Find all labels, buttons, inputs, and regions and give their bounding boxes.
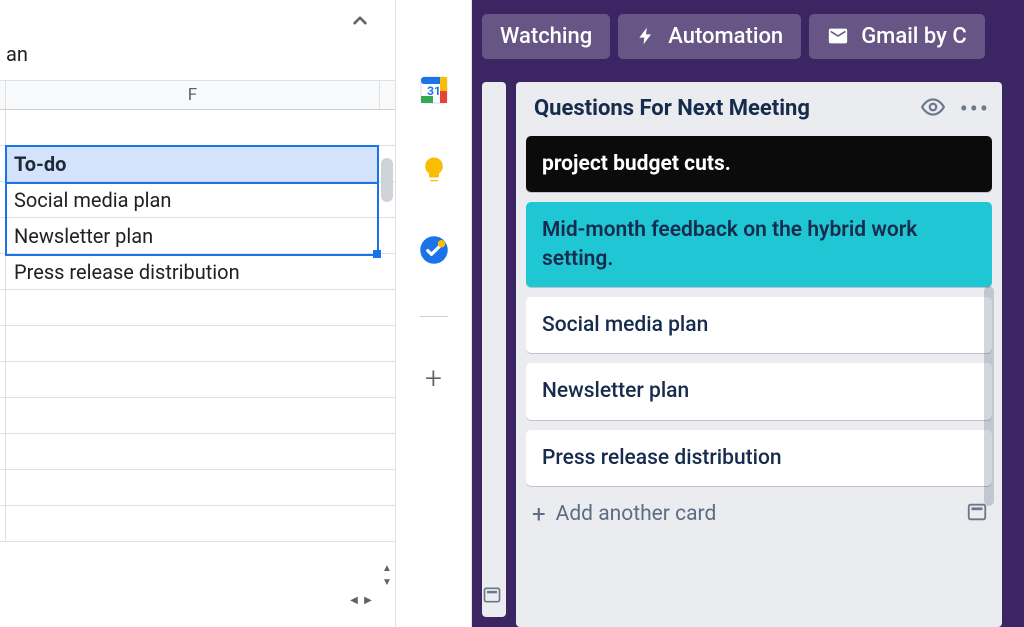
scroll-down-arrow[interactable]: ▼ (381, 575, 393, 589)
grid-cell[interactable]: Press release distribution (6, 254, 379, 289)
automation-label: Automation (668, 24, 783, 49)
trello-pane: Watching Automation Gmail by C Quest (472, 0, 1024, 627)
add-card-label: Add another card (556, 502, 717, 526)
calendar-day: 31 (427, 84, 441, 98)
gmail-label: Gmail by C (861, 24, 967, 49)
automation-button[interactable]: Automation (618, 14, 801, 59)
sheets-column-header[interactable]: F (6, 81, 379, 109)
sheets-horizontal-scrollbar[interactable]: ◀ ▶ (0, 591, 395, 607)
sheets-vertical-scrollbar[interactable]: ▲ ▼ (379, 110, 395, 591)
table-row (0, 470, 395, 506)
grid-cell-empty[interactable] (6, 362, 379, 397)
board-toolbar: Watching Automation Gmail by C (472, 0, 1024, 72)
previous-list-sliver[interactable] (482, 82, 506, 617)
list-title[interactable]: Questions For Next Meeting (534, 94, 810, 124)
template-icon[interactable] (482, 585, 502, 605)
list-menu-icon[interactable]: ••• (960, 97, 990, 121)
tasks-icon[interactable] (416, 232, 452, 268)
calendar-icon[interactable]: 31 (416, 72, 452, 108)
sheets-grid[interactable]: To-do Social media plan Newsletter plan … (0, 110, 395, 542)
grid-cell-empty[interactable] (6, 398, 379, 433)
trello-list: Questions For Next Meeting ••• project b… (516, 82, 1002, 627)
card-template-icon[interactable] (966, 501, 988, 527)
table-row (0, 506, 395, 542)
watch-icon[interactable] (920, 94, 946, 124)
side-panel-divider (420, 316, 448, 317)
table-row (0, 290, 395, 326)
scrollbar-thumb[interactable] (984, 286, 994, 506)
column-letter: F (188, 85, 197, 105)
board-body[interactable]: Questions For Next Meeting ••• project b… (472, 72, 1024, 627)
grid-cell-empty[interactable] (6, 434, 379, 469)
list-actions: ••• (920, 94, 990, 124)
table-row (0, 326, 395, 362)
grid-cell-empty[interactable] (6, 326, 379, 361)
chevron-up-icon[interactable] (347, 8, 373, 40)
grid-cell[interactable]: Social media plan (6, 182, 379, 217)
grid-cell-empty[interactable] (6, 290, 379, 325)
scroll-right-arrow[interactable]: ▶ (361, 593, 375, 607)
gmail-icon (827, 25, 849, 47)
trello-card[interactable]: project budget cuts. (526, 136, 992, 192)
trello-card[interactable]: Social media plan (526, 297, 992, 353)
watching-button[interactable]: Watching (482, 14, 610, 59)
keep-icon[interactable] (416, 152, 452, 188)
table-row (0, 362, 395, 398)
grid-cell-empty[interactable] (6, 506, 379, 541)
sheets-column-header-row: F (0, 80, 395, 110)
trello-card[interactable]: Mid-month feedback on the hybrid work se… (526, 202, 992, 287)
sheets-partial-topcell: an (0, 42, 395, 80)
scroll-up-arrow[interactable]: ▲ (381, 561, 393, 575)
trello-card[interactable]: Newsletter plan (526, 363, 992, 419)
table-row: Newsletter plan (0, 218, 395, 254)
add-card-button[interactable]: + Add another card (532, 500, 716, 528)
partial-previous-list (482, 72, 506, 627)
sheets-pane: an F To-do Social media plan Newsletter … (0, 0, 396, 627)
table-row: Press release distribution (0, 254, 395, 290)
watching-label: Watching (500, 24, 592, 49)
table-row (0, 110, 395, 146)
plus-icon: + (532, 500, 546, 528)
table-row (0, 434, 395, 470)
list-footer: + Add another card (526, 496, 992, 528)
table-row: To-do (0, 146, 395, 182)
grid-cell-empty[interactable] (6, 110, 379, 145)
scroll-left-arrow[interactable]: ◀ (347, 593, 361, 607)
sheets-partial-text: an (6, 42, 28, 66)
scrollbar-thumb[interactable] (381, 158, 393, 202)
table-row: Social media plan (0, 182, 395, 218)
list-scrollbar[interactable] (982, 136, 994, 486)
list-header: Questions For Next Meeting ••• (526, 92, 992, 126)
sheets-toolbar-area (0, 0, 395, 42)
google-side-panel: 31 + (396, 0, 472, 627)
add-addon-button[interactable]: + (425, 361, 442, 396)
cards-container: project budget cuts. Mid-month feedback … (526, 136, 992, 486)
table-row (0, 398, 395, 434)
grid-cell-header[interactable]: To-do (6, 146, 379, 181)
gmail-powerup-button[interactable]: Gmail by C (809, 14, 985, 59)
trello-card[interactable]: Press release distribution (526, 430, 992, 486)
sheets-header-scrollgutter (379, 81, 395, 109)
grid-cell-empty[interactable] (6, 470, 379, 505)
grid-cell[interactable]: Newsletter plan (6, 218, 379, 253)
bolt-icon (636, 26, 656, 46)
